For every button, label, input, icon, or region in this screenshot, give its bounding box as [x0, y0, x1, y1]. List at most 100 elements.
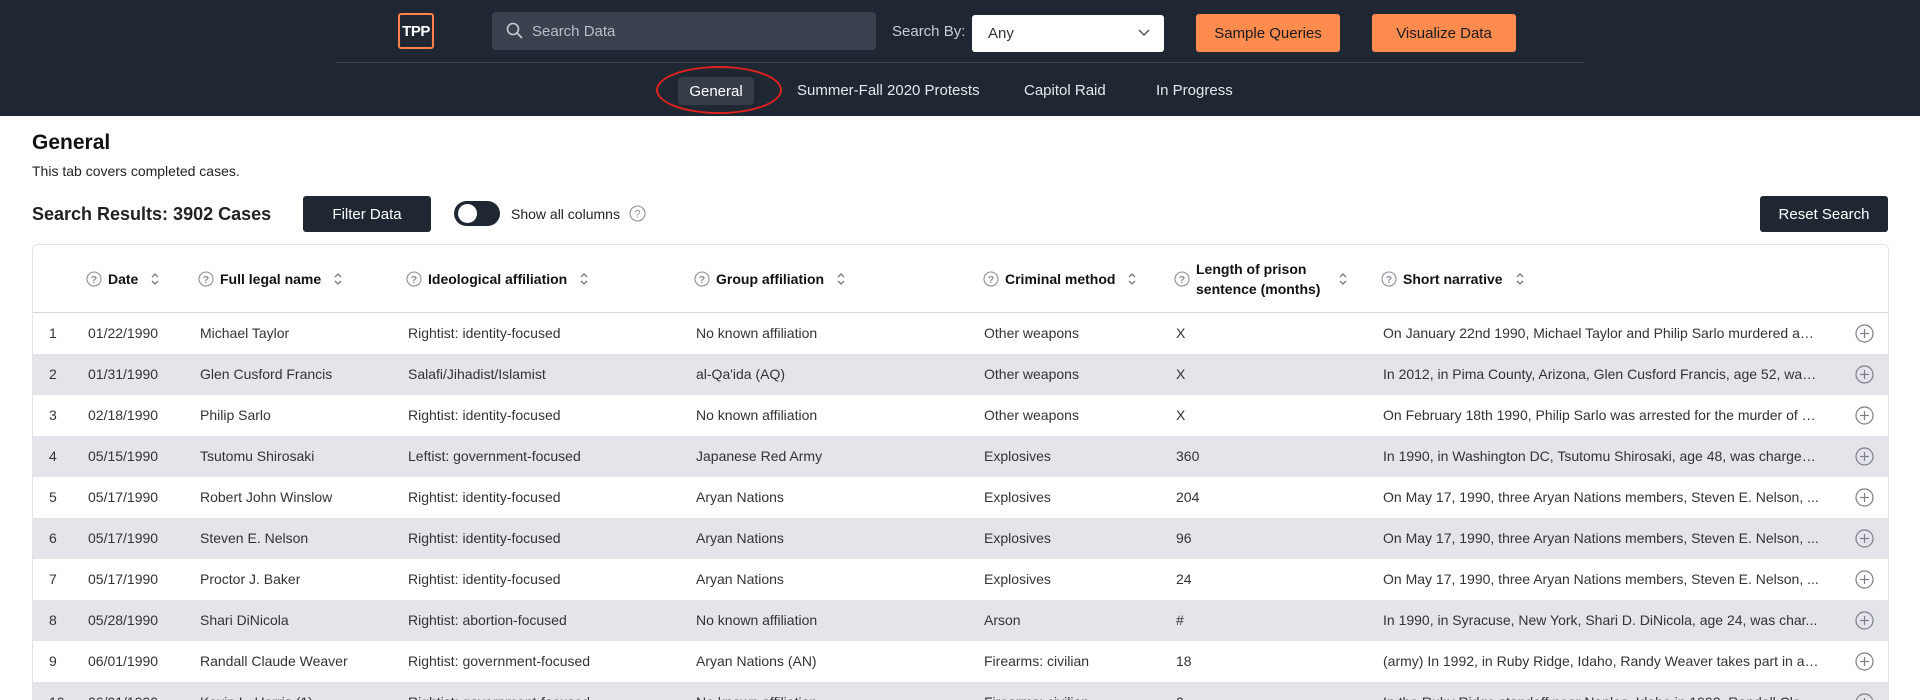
svg-text:?: ?: [988, 274, 994, 286]
cell-date: 05/17/1990: [88, 530, 159, 546]
cell-ideology: Rightist: identity-focused: [408, 571, 561, 587]
cell-ideology: Rightist: identity-focused: [408, 530, 561, 546]
help-icon[interactable]: ?: [629, 205, 646, 222]
row-number: 4: [49, 448, 57, 464]
cell-method: Explosives: [984, 448, 1051, 464]
cell-method: Firearms: civilian: [984, 682, 1089, 700]
cell-sentence: X: [1176, 325, 1186, 341]
filter-data-button[interactable]: Filter Data: [303, 196, 431, 232]
help-icon[interactable]: ?: [1174, 271, 1190, 287]
sort-icon[interactable]: [1515, 272, 1525, 286]
expand-plus-icon[interactable]: [1855, 529, 1874, 548]
expand-plus-icon[interactable]: [1855, 693, 1874, 700]
expand-plus-icon[interactable]: [1855, 488, 1874, 507]
cell-group: al-Qa'ida (AQ): [696, 366, 786, 382]
column-header-ideological-affiliation[interactable]: ? Ideological affiliation: [406, 245, 589, 313]
reset-search-button[interactable]: Reset Search: [1760, 196, 1888, 232]
column-header-full-legal-name[interactable]: ? Full legal name: [198, 245, 343, 313]
tab-in-progress[interactable]: In Progress: [1156, 82, 1233, 99]
svg-text:?: ?: [411, 274, 417, 286]
column-header-group-affiliation[interactable]: ? Group affiliation: [694, 245, 846, 313]
sort-icon[interactable]: [150, 272, 160, 286]
table-row[interactable]: 3 02/18/1990 Philip Sarlo Rightist: iden…: [33, 395, 1888, 436]
highlight-circle: [656, 66, 782, 114]
table-row[interactable]: 5 05/17/1990 Robert John Winslow Rightis…: [33, 477, 1888, 518]
row-number: 7: [49, 571, 57, 587]
cell-group: Aryan Nations (AN): [696, 653, 817, 669]
table-row[interactable]: 6 05/17/1990 Steven E. Nelson Rightist: …: [33, 518, 1888, 559]
cell-group: Aryan Nations: [696, 571, 784, 587]
cell-sentence: 204: [1176, 489, 1200, 505]
expand-plus-icon[interactable]: [1855, 324, 1874, 343]
table-row[interactable]: 1 01/22/1990 Michael Taylor Rightist: id…: [33, 313, 1888, 354]
search-icon: [506, 22, 523, 39]
column-header-short-narrative[interactable]: ? Short narrative: [1381, 245, 1525, 313]
cell-narrative: On May 17, 1990, three Aryan Nations mem…: [1383, 489, 1819, 505]
search-input[interactable]: [532, 12, 862, 50]
row-number: 3: [49, 407, 57, 423]
expand-plus-icon[interactable]: [1855, 652, 1874, 671]
cell-sentence: 96: [1176, 530, 1192, 546]
show-all-columns-label: Show all columns: [511, 206, 620, 222]
sort-icon[interactable]: [1338, 272, 1348, 286]
cell-ideology: Salafi/Jihadist/Islamist: [408, 366, 546, 382]
help-icon[interactable]: ?: [1381, 271, 1397, 287]
cell-sentence: X: [1176, 366, 1186, 382]
cell-narrative: On May 17, 1990, three Aryan Nations mem…: [1383, 571, 1819, 587]
help-icon[interactable]: ?: [198, 271, 214, 287]
cell-date: 06/01/1990: [88, 682, 158, 700]
cell-name: Proctor J. Baker: [200, 571, 301, 587]
sort-icon[interactable]: [333, 272, 343, 286]
table-row[interactable]: 10 06/01/1990 Kevin L. Harris (1) Righti…: [33, 682, 1888, 700]
table-row[interactable]: 9 06/01/1990 Randall Claude Weaver Right…: [33, 641, 1888, 682]
help-icon[interactable]: ?: [86, 271, 102, 287]
show-all-columns-toggle[interactable]: [454, 201, 500, 226]
row-number: 6: [49, 530, 57, 546]
cell-sentence: 360: [1176, 448, 1200, 464]
table-row[interactable]: 7 05/17/1990 Proctor J. Baker Rightist: …: [33, 559, 1888, 600]
cell-sentence: X: [1176, 407, 1186, 423]
cell-method: Explosives: [984, 571, 1051, 587]
cell-group: Aryan Nations: [696, 530, 784, 546]
cell-sentence: 18: [1176, 653, 1192, 669]
cell-ideology: Rightist: government-focused: [408, 653, 591, 669]
visualize-data-button[interactable]: Visualize Data: [1372, 14, 1516, 52]
cell-group: No known affiliation: [696, 612, 818, 628]
sort-icon[interactable]: [1127, 272, 1137, 286]
search-box[interactable]: [492, 12, 876, 50]
sort-icon[interactable]: [836, 272, 846, 286]
column-header-length-of-prison-sentence[interactable]: ? Length of prison sentence (months): [1174, 245, 1348, 313]
help-icon[interactable]: ?: [694, 271, 710, 287]
column-header-criminal-method[interactable]: ? Criminal method: [983, 245, 1137, 313]
sort-icon[interactable]: [579, 272, 589, 286]
cell-method: Other weapons: [984, 407, 1079, 423]
tpp-logo[interactable]: TPP: [398, 13, 434, 49]
expand-plus-icon[interactable]: [1855, 406, 1874, 425]
sample-queries-button[interactable]: Sample Queries: [1196, 14, 1340, 52]
column-header-date[interactable]: ? Date: [86, 245, 160, 313]
row-number: 9: [49, 653, 57, 669]
cell-ideology: Rightist: government-focused: [408, 682, 590, 700]
expand-plus-icon[interactable]: [1855, 570, 1874, 589]
expand-plus-icon[interactable]: [1855, 611, 1874, 630]
help-icon[interactable]: ?: [983, 271, 999, 287]
table-row[interactable]: 8 05/28/1990 Shari DiNicola Rightist: ab…: [33, 600, 1888, 641]
search-by-label: Search By:: [892, 23, 966, 40]
tab-summer-fall-2020-protests[interactable]: Summer-Fall 2020 Protests: [797, 82, 980, 99]
row-number: 8: [49, 612, 57, 628]
cell-name: Tsutomu Shirosaki: [200, 448, 315, 464]
help-icon[interactable]: ?: [406, 271, 422, 287]
tab-capitol-raid[interactable]: Capitol Raid: [1024, 82, 1106, 99]
cell-group: Aryan Nations: [696, 489, 784, 505]
table-row[interactable]: 4 05/15/1990 Tsutomu Shirosaki Leftist: …: [33, 436, 1888, 477]
cell-group: No known affiliation: [696, 407, 818, 423]
expand-plus-icon[interactable]: [1855, 447, 1874, 466]
svg-text:?: ?: [1179, 274, 1185, 286]
cell-ideology: Leftist: government-focused: [408, 448, 581, 464]
column-label: Date: [108, 271, 139, 287]
search-by-select[interactable]: Any: [972, 15, 1164, 52]
cell-method: Explosives: [984, 489, 1051, 505]
table-row[interactable]: 2 01/31/1990 Glen Cusford Francis Salafi…: [33, 354, 1888, 395]
search-by-value: Any: [988, 25, 1014, 42]
expand-plus-icon[interactable]: [1855, 365, 1874, 384]
